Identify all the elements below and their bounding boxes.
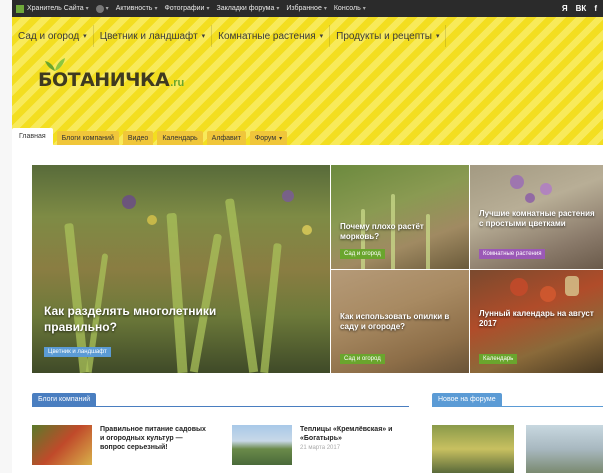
vk-icon[interactable]: ВК [576, 4, 587, 13]
flower-decor [302, 225, 312, 235]
chevron-down-icon: ▾ [323, 6, 327, 12]
logo-text: БОТАНИЧКА [38, 69, 170, 91]
tab-company-blogs[interactable]: Блоги компаний [56, 131, 119, 145]
site-header: Сад и огород ▾ Цветник и ландшафт ▾ Комн… [12, 17, 603, 145]
forum-heading[interactable]: Новое на форуме [432, 393, 502, 406]
featured-main-title: Как разделять многолетники правильно? [44, 304, 217, 334]
blog-post[interactable]: Правильное питание садовых и огородных к… [32, 425, 208, 465]
chevron-down-icon: ▾ [83, 33, 87, 40]
forum-thumbnail[interactable] [432, 425, 514, 473]
chevron-down-icon: ▾ [276, 6, 280, 12]
chevron-down-icon: ▾ [362, 6, 366, 12]
blog-post-thumbnail[interactable] [232, 425, 292, 465]
admin-item-console[interactable]: Консоль ▾ [334, 5, 366, 12]
flower-decor [510, 278, 528, 296]
admin-item-site-keeper[interactable]: Хранитель Сайта ▾ [16, 4, 89, 13]
site-icon [16, 4, 24, 13]
user-circle-icon [95, 4, 104, 13]
left-gutter [0, 0, 12, 473]
plant-decor [166, 212, 188, 373]
flower-decor [525, 193, 535, 203]
category-badge[interactable]: Календарь [479, 354, 518, 364]
nav-flowerbed[interactable]: Цветник и ландшафт ▾ [94, 25, 213, 47]
admin-item-favorites[interactable]: Избранное ▾ [286, 5, 327, 12]
featured-tile-title: Как использовать опилки в саду и огороде… [340, 312, 450, 331]
blog-post[interactable]: Теплицы «Кремлёвская» и «Богатырь» 21 ма… [232, 425, 408, 465]
featured-tile[interactable]: Лучшие комнатные растения с простыми цве… [470, 165, 603, 269]
chevron-down-icon: ▾ [154, 6, 158, 12]
blog-post-title[interactable]: Теплицы «Кремлёвская» и «Богатырь» [300, 425, 408, 443]
tab-video[interactable]: Видео [122, 131, 154, 145]
tab-alphabet[interactable]: Алфавит [206, 131, 246, 145]
tab-calendar[interactable]: Календарь [157, 131, 203, 145]
chevron-down-icon: ▾ [435, 33, 440, 40]
chevron-down-icon: ▾ [201, 33, 206, 40]
flower-decor [147, 215, 157, 225]
nav-garden[interactable]: Сад и огород ▾ [12, 25, 94, 47]
admin-item-user[interactable]: ▾ [95, 4, 109, 13]
main-content: Как разделять многолетники правильно? Цв… [12, 145, 603, 473]
featured-tile[interactable]: Лунный календарь на август 2017 Календар… [470, 270, 603, 373]
plant-decor [260, 242, 282, 373]
blog-post-date: 21 марта 2017 [300, 445, 341, 451]
flower-decor [122, 195, 136, 209]
chevron-down-icon: ▾ [319, 33, 324, 40]
forum-divider [432, 406, 603, 407]
blogs-divider [32, 406, 409, 407]
logo-tld: .ru [170, 77, 185, 89]
featured-main[interactable]: Как разделять многолетники правильно? Цв… [32, 165, 330, 373]
flower-decor [282, 190, 294, 202]
featured-tile[interactable]: Как использовать опилки в саду и огороде… [331, 270, 469, 373]
chevron-down-icon: ▾ [105, 6, 109, 12]
blog-post-title[interactable]: Правильное питание садовых и огородных к… [100, 425, 208, 452]
flower-decor [540, 183, 552, 195]
tab-home[interactable]: Главная [12, 128, 53, 145]
yandex-icon[interactable]: Я [562, 4, 568, 13]
chevron-down-icon: ▾ [85, 6, 89, 12]
nav-houseplants[interactable]: Комнатные растения ▾ [212, 25, 331, 47]
section-tabs: Главная Блоги компаний Видео Календарь А… [12, 128, 291, 145]
category-badge[interactable]: Цветник и ландшафт [44, 347, 111, 357]
admin-item-activity[interactable]: Активность ▾ [116, 5, 158, 12]
facebook-icon[interactable]: f [594, 4, 597, 13]
featured-tile-title: Лунный календарь на август 2017 [479, 309, 594, 328]
category-badge[interactable]: Сад и огород [340, 354, 385, 364]
admin-bar: Хранитель Сайта ▾ ▾ Активность ▾ Фотогра… [12, 0, 603, 17]
featured-tile[interactable]: Почему плохо растёт морковь? Сад и огоро… [331, 165, 469, 269]
forum-thumbnail[interactable] [526, 425, 603, 473]
flower-decor [565, 276, 579, 296]
chevron-down-icon: ▾ [279, 135, 283, 142]
social-links: Я ВК f [554, 0, 597, 17]
tab-forum[interactable]: Форум ▾ [249, 131, 288, 145]
category-badge[interactable]: Комнатные растения [479, 249, 546, 259]
site-logo[interactable]: БОТАНИЧКА .ru [38, 58, 185, 91]
flower-decor [540, 286, 556, 302]
featured-tile-title: Почему плохо растёт морковь? [340, 222, 424, 241]
flower-decor [510, 175, 524, 189]
blog-post-thumbnail[interactable] [32, 425, 92, 465]
plant-decor [224, 198, 259, 373]
blogs-heading[interactable]: Блоги компаний [32, 393, 97, 406]
top-nav: Сад и огород ▾ Цветник и ландшафт ▾ Комн… [12, 25, 447, 47]
admin-item-forum-bookmarks[interactable]: Закладки форума ▾ [217, 5, 280, 12]
nav-recipes[interactable]: Продукты и рецепты ▾ [330, 25, 447, 47]
admin-item-photos[interactable]: Фотографии ▾ [164, 5, 209, 12]
chevron-down-icon: ▾ [206, 6, 210, 12]
category-badge[interactable]: Сад и огород [340, 249, 385, 259]
featured-tile-title: Лучшие комнатные растения с простыми цве… [479, 209, 595, 228]
